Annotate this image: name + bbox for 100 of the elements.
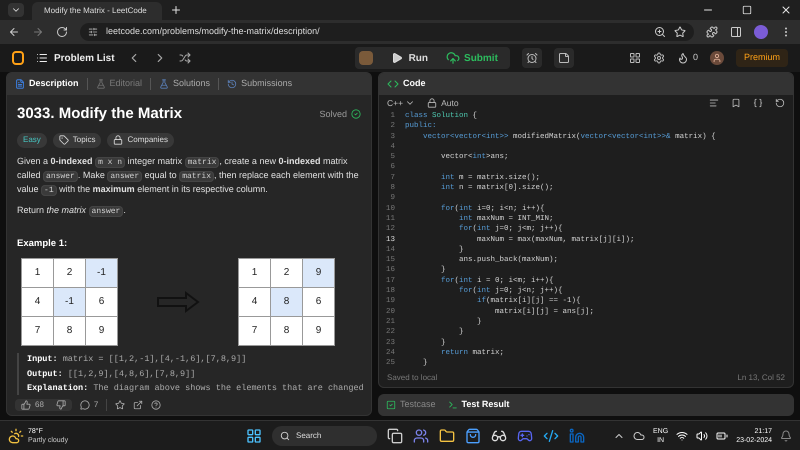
browser-tab[interactable]: Modify the Matrix - LeetCode <box>32 2 162 20</box>
matrix-cell: -1 <box>54 288 85 316</box>
matrix-cell: 6 <box>303 288 334 316</box>
search-box[interactable]: Search <box>272 426 377 446</box>
language-select[interactable]: C++ <box>387 96 416 110</box>
checkbox-icon <box>386 400 396 410</box>
user-avatar[interactable] <box>710 51 724 65</box>
bell-icon[interactable] <box>780 430 792 442</box>
volume-icon[interactable] <box>696 430 708 442</box>
folder-icon[interactable] <box>439 428 455 444</box>
side-panel-icon[interactable] <box>730 26 742 38</box>
problem-list-button[interactable]: Problem List <box>36 50 115 66</box>
shuffle-icon[interactable] <box>178 52 191 64</box>
in-logo-icon[interactable] <box>569 428 585 444</box>
alarm-clock-icon <box>526 52 538 64</box>
wifi-icon[interactable] <box>676 430 688 442</box>
zoom-icon[interactable] <box>654 26 666 38</box>
share-icon[interactable] <box>133 400 144 410</box>
timer-button[interactable] <box>522 48 542 68</box>
example-line: Input: matrix = [[1,2,-1],[4,-1,6],[7,8,9]] <box>27 352 248 366</box>
terminal-icon <box>448 400 458 410</box>
glasses-icon[interactable] <box>491 428 507 444</box>
example-line: Output: [[1,2,9],[4,8,6],[7,8,9]] <box>27 368 196 380</box>
reload-icon[interactable] <box>56 26 68 38</box>
search-icon <box>280 430 290 440</box>
person-icon <box>712 53 722 63</box>
matrix-cell: 4 <box>239 288 270 316</box>
matrix-cell: 8 <box>271 288 302 316</box>
tag-icon <box>58 135 69 145</box>
people-icon[interactable] <box>413 428 429 444</box>
bookmark-icon[interactable] <box>731 98 741 108</box>
url-text: leetcode.com/problems/modify-the-matrix/description/ <box>106 25 320 38</box>
cloud-icon[interactable] <box>633 430 646 442</box>
flame-icon <box>676 52 689 64</box>
tag-chip[interactable]: Topics <box>52 132 102 148</box>
tab-search-button[interactable] <box>8 3 24 17</box>
lock-icon <box>113 135 124 145</box>
document-icon <box>15 79 25 89</box>
braces-icon[interactable] <box>753 98 763 108</box>
tab-title: Modify the Matrix - LeetCode <box>44 5 147 17</box>
matrix-cell: 1 <box>22 258 53 287</box>
run-button[interactable]: Run <box>382 50 436 66</box>
matrix-cell: 1 <box>239 258 270 287</box>
panel-tab[interactable]: Solutions <box>159 77 210 91</box>
play-icon <box>390 52 403 64</box>
help-icon[interactable] <box>151 400 162 410</box>
task-view-icon[interactable] <box>387 428 403 444</box>
problem-title: 3033. Modify the Matrix <box>17 104 182 124</box>
profile-avatar[interactable] <box>754 25 768 39</box>
code-editor-icon[interactable] <box>543 428 559 444</box>
matrix-cell: 7 <box>22 316 53 345</box>
back-icon[interactable] <box>8 26 20 38</box>
gamepad-icon[interactable] <box>517 428 533 444</box>
tag-chip[interactable]: Easy <box>17 132 47 148</box>
bookmark-star-icon[interactable] <box>674 26 686 38</box>
matrix-cell: 9 <box>303 258 334 287</box>
format-icon[interactable] <box>709 98 719 108</box>
problem-description: Given a 0-indexed m x n integer matrix matrix , create a new 0-indexed matrix called answer . Make answer equal to matrix , then replace each element with the value -1 with the maximum element in its respective column. <box>17 154 360 196</box>
comment-icon <box>80 400 90 410</box>
matrix-cell: 7 <box>239 316 270 345</box>
close-icon[interactable] <box>780 4 792 16</box>
history-icon <box>227 79 238 89</box>
check-circle-icon <box>351 109 361 120</box>
comments-button[interactable]: 7 <box>80 399 98 411</box>
streak-counter[interactable]: 0 <box>676 51 698 65</box>
solved-status: Solved <box>319 108 361 121</box>
flask-icon <box>159 79 170 89</box>
auto-mode-toggle[interactable]: Auto <box>427 96 459 110</box>
note-icon <box>558 52 570 64</box>
tag-chip[interactable]: Companies <box>107 132 174 148</box>
premium-button[interactable]: Premium <box>736 49 788 67</box>
store-icon[interactable] <box>465 428 481 444</box>
reset-icon[interactable] <box>775 98 785 108</box>
matrix-cell: -1 <box>86 258 117 287</box>
start-icon[interactable] <box>246 428 262 444</box>
matrix-cell: 9 <box>86 316 117 345</box>
new-tab-icon[interactable] <box>170 4 182 16</box>
cursor-position: Ln 13, Col 52 <box>737 372 785 384</box>
cloud-upload-icon <box>446 51 460 65</box>
maximize-icon[interactable] <box>742 5 752 15</box>
logo-icon[interactable] <box>12 51 24 65</box>
panel-tab[interactable]: Submissions <box>227 77 292 91</box>
battery-icon[interactable] <box>716 430 728 442</box>
save-status: Saved to local <box>387 372 438 384</box>
extensions-icon[interactable] <box>706 26 718 38</box>
panel-tab[interactable]: Testcase <box>386 398 436 412</box>
submit-button[interactable]: Submit <box>438 50 506 66</box>
forward-icon[interactable] <box>32 26 44 38</box>
layout-icon[interactable] <box>628 52 641 64</box>
star-icon[interactable] <box>115 400 126 410</box>
panel-tab[interactable]: Test Result <box>448 398 510 412</box>
address-bar[interactable]: leetcode.com/problems/modify-the-matrix/description/ <box>80 23 694 41</box>
panel-tab[interactable]: Description <box>15 77 79 91</box>
notes-button[interactable] <box>554 48 574 68</box>
weather-icon[interactable] <box>8 428 24 444</box>
panel-title: Code <box>403 77 426 90</box>
site-settings-icon[interactable] <box>88 27 98 37</box>
matrix-cell: 6 <box>86 288 117 316</box>
settings-icon[interactable] <box>652 52 665 64</box>
matrix-cell: 4 <box>22 288 53 316</box>
